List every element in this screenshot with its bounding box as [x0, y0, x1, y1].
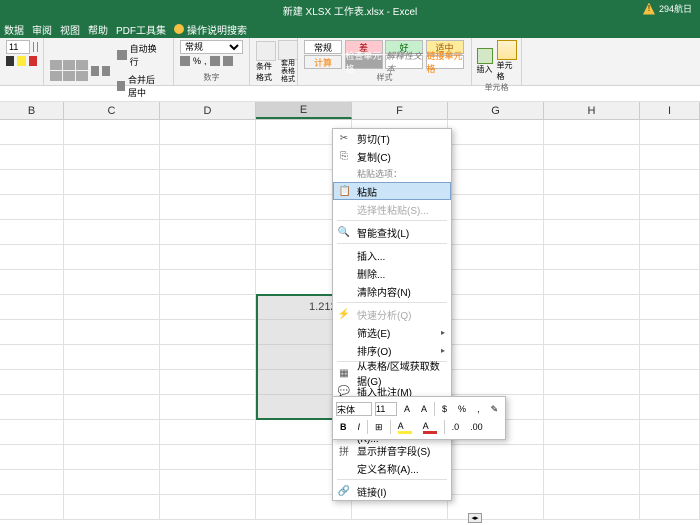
ctx-paste-special: 选择性粘贴(S)... [333, 200, 451, 218]
ctx-cut[interactable]: ✂剪切(T) [333, 129, 451, 147]
increase-font-icon[interactable] [33, 42, 34, 52]
search-icon: 🔍 [337, 225, 351, 239]
styles-group-label: 样式 [304, 72, 465, 83]
window-title: 新建 XLSX 工作表.xlsx - Excel [283, 3, 417, 18]
mini-decimal-inc[interactable]: .0 [448, 420, 464, 434]
mini-decimal-dec[interactable]: .00 [466, 420, 487, 434]
scroll-button[interactable]: ◂▸ [468, 513, 482, 523]
mini-toolbar: A A $ % , ✎ B I ⊞ A A .0 .00 [332, 396, 506, 440]
ribbon: 自动换行 合并后居中 对齐方式 常规 % , 数字 条件格式 套用 表格格式 [0, 38, 700, 86]
number-group-label: 数字 [180, 72, 243, 83]
col-header-b[interactable]: B [0, 102, 64, 119]
col-header-d[interactable]: D [160, 102, 256, 119]
ctx-insert[interactable]: 插入... [333, 246, 451, 264]
ctx-link[interactable]: 🔗链接(I) [333, 482, 451, 500]
insert-button[interactable] [477, 48, 493, 64]
mini-border-icon[interactable]: ⊞ [371, 420, 387, 435]
menu-bar: 数据 审阅 视图 帮助 PDF工具集 操作说明搜索 [0, 20, 700, 38]
menu-pdf[interactable]: PDF工具集 [116, 22, 166, 37]
ctx-get-data[interactable]: ▦从表格/区域获取数据(G) [333, 364, 451, 382]
merge-center-button[interactable]: 合并后居中 [113, 71, 167, 101]
currency-icon[interactable] [180, 56, 190, 66]
col-header-c[interactable]: C [64, 102, 160, 119]
wrap-icon [117, 50, 126, 60]
chevron-right-icon: ▸ [441, 346, 445, 355]
number-format-select[interactable]: 常规 [180, 40, 243, 54]
mini-currency[interactable]: $ [438, 402, 451, 416]
fill-color-icon[interactable] [17, 56, 25, 66]
indent-increase-icon[interactable] [102, 66, 110, 76]
col-header-h[interactable]: H [544, 102, 640, 119]
ctx-quick-analysis: ⚡快速分析(Q) [333, 305, 451, 323]
menu-tell-me[interactable]: 操作说明搜索 [174, 22, 247, 37]
copy-icon: ⎘ [337, 149, 351, 163]
menu-help[interactable]: 帮助 [88, 22, 108, 37]
col-header-e[interactable]: E [256, 102, 352, 119]
style-check[interactable]: 检查单元格 [345, 55, 383, 69]
chevron-right-icon: ▸ [441, 328, 445, 337]
link-icon: 🔗 [337, 484, 351, 498]
style-normal[interactable]: 常规 [304, 40, 342, 54]
mini-increase-font[interactable]: A [400, 402, 414, 416]
conditional-format-button[interactable] [256, 41, 276, 61]
ctx-delete[interactable]: 删除... [333, 264, 451, 282]
border-icon[interactable] [6, 56, 14, 66]
percent-button[interactable]: % [193, 56, 201, 66]
ctx-copy[interactable]: ⎘复制(C) [333, 147, 451, 165]
mini-font-color[interactable]: A [419, 419, 441, 436]
increase-decimal-icon[interactable] [210, 56, 220, 66]
analysis-icon: ⚡ [337, 307, 351, 321]
mini-font-select[interactable] [336, 402, 372, 416]
ctx-smart-lookup[interactable]: 🔍智能查找(L) [333, 223, 451, 241]
menu-data[interactable]: 数据 [4, 22, 24, 37]
menu-review[interactable]: 审阅 [32, 22, 52, 37]
menu-view[interactable]: 视图 [60, 22, 80, 37]
wrap-text-button[interactable]: 自动换行 [113, 40, 167, 70]
table-icon: ▦ [337, 366, 351, 380]
decrease-font-icon[interactable] [37, 42, 38, 52]
font-size-input[interactable] [6, 40, 30, 54]
style-link[interactable]: 链接单元格 [426, 55, 464, 69]
ctx-sort[interactable]: 排序(O)▸ [333, 341, 451, 359]
mini-format-painter-icon[interactable]: ✎ [487, 402, 503, 417]
col-header-i[interactable]: I [640, 102, 700, 119]
decrease-decimal-icon[interactable] [223, 56, 233, 66]
indent-decrease-icon[interactable] [91, 66, 99, 76]
cells-group-label: 单元格 [478, 82, 515, 93]
comma-button[interactable]: , [204, 56, 207, 66]
column-headers: B C D E F G H I [0, 102, 700, 120]
format-cell-button[interactable] [497, 40, 517, 60]
col-header-g[interactable]: G [448, 102, 544, 119]
ctx-filter[interactable]: 筛选(E)▸ [333, 323, 451, 341]
clipboard-icon: 📋 [338, 184, 352, 198]
ctx-paste[interactable]: 📋粘贴 [333, 182, 451, 200]
align-buttons[interactable] [50, 60, 88, 81]
warning-badge[interactable]: ! 294航日 [643, 2, 692, 15]
ctx-paste-header: 粘贴选项： [333, 165, 451, 182]
ctx-define-name[interactable]: 定义名称(A)... [333, 459, 451, 477]
style-explanatory[interactable]: 解释性文本 [385, 55, 423, 69]
title-bar: 新建 XLSX 工作表.xlsx - Excel ! 294航日 [0, 0, 700, 20]
merge-icon [117, 81, 125, 91]
mini-comma[interactable]: , [473, 402, 484, 416]
warning-icon: ! [643, 3, 655, 15]
style-calc[interactable]: 计算 [304, 55, 342, 69]
bulb-icon [174, 24, 184, 34]
col-header-f[interactable]: F [352, 102, 448, 119]
ctx-clear[interactable]: 清除内容(N) [333, 282, 451, 300]
mini-decrease-font[interactable]: A [417, 402, 431, 416]
mini-italic[interactable]: I [354, 420, 365, 434]
context-menu: ✂剪切(T) ⎘复制(C) 粘贴选项： 📋粘贴 选择性粘贴(S)... 🔍智能查… [332, 128, 452, 501]
mini-bold[interactable]: B [336, 420, 351, 434]
mini-percent[interactable]: % [454, 402, 470, 416]
mini-size-select[interactable] [375, 402, 397, 416]
table-format-button[interactable] [278, 40, 298, 60]
ctx-show-pinyin[interactable]: 拼显示拼音字段(S) [333, 441, 451, 459]
mini-fill-color[interactable]: A [394, 419, 416, 436]
font-color-icon[interactable] [29, 56, 37, 66]
pinyin-icon: 拼 [337, 443, 351, 457]
scissors-icon: ✂ [337, 131, 351, 145]
